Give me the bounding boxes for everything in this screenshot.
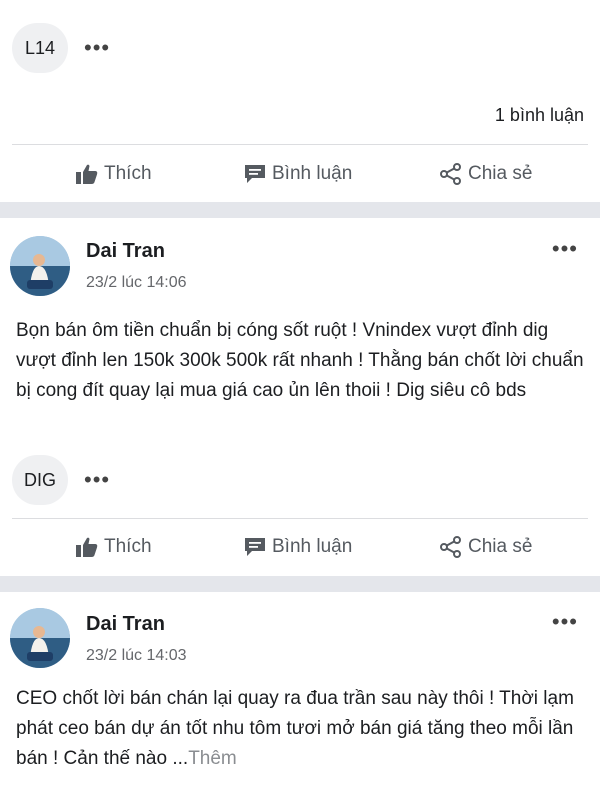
post-actions: Thích Bình luận Chia sẻ <box>0 527 600 567</box>
like-label: Thích <box>104 163 152 184</box>
share-label: Chia sẻ <box>468 536 533 557</box>
thumbs-up-icon <box>76 537 98 557</box>
divider <box>12 518 588 519</box>
more-dots-icon[interactable]: ••• <box>552 611 578 633</box>
post-timestamp[interactable]: 23/2 lúc 14:03 <box>86 647 187 665</box>
comment-count[interactable]: 1 bình luận <box>495 105 584 126</box>
post-card: Dai Tran 23/2 lúc 14:03 ••• CEO chốt lời… <box>0 592 600 800</box>
author-name[interactable]: Dai Tran <box>86 240 165 263</box>
thumbs-up-icon <box>76 164 98 184</box>
hashtag-chip[interactable]: L14 <box>12 23 68 73</box>
like-button[interactable]: Thích <box>76 154 152 194</box>
hashtag-row: DIG ••• <box>12 455 110 505</box>
share-button[interactable]: Chia sẻ <box>440 527 532 567</box>
post-card: Dai Tran 23/2 lúc 14:06 ••• Bọn bán ôm t… <box>0 218 600 576</box>
post-separator <box>0 576 600 592</box>
share-button[interactable]: Chia sẻ <box>440 154 532 194</box>
comment-label: Bình luận <box>272 163 353 184</box>
see-more-link[interactable]: Thêm <box>188 748 237 769</box>
comment-button[interactable]: Bình luận <box>244 527 352 567</box>
like-button[interactable]: Thích <box>76 527 152 567</box>
avatar-image <box>10 236 70 296</box>
post-timestamp[interactable]: 23/2 lúc 14:06 <box>86 274 187 292</box>
like-label: Thích <box>104 536 152 557</box>
comment-icon <box>245 538 265 556</box>
post-text: CEO chốt lời bán chán lại quay ra đua tr… <box>16 684 584 774</box>
divider <box>12 144 588 145</box>
post-actions: Thích Bình luận Chia sẻ <box>0 154 600 194</box>
comment-icon <box>245 165 265 183</box>
post-card: L14 ••• 1 bình luận Thích Bình luận Chia… <box>0 0 600 200</box>
more-dots-icon[interactable]: ••• <box>84 469 110 491</box>
share-icon <box>440 163 461 185</box>
hashtag-chip[interactable]: DIG <box>12 455 69 505</box>
comment-button[interactable]: Bình luận <box>244 154 352 194</box>
more-dots-icon[interactable]: ••• <box>84 37 110 59</box>
hashtag-row: L14 ••• <box>12 23 110 73</box>
share-icon <box>440 536 461 558</box>
post-text: Bọn bán ôm tiền chuẩn bị cóng sốt ruột !… <box>16 320 584 401</box>
avatar[interactable] <box>10 608 70 668</box>
more-dots-icon[interactable]: ••• <box>552 238 578 260</box>
comment-label: Bình luận <box>272 536 353 557</box>
share-label: Chia sẻ <box>468 163 533 184</box>
post-text-content: CEO chốt lời bán chán lại quay ra đua tr… <box>16 688 574 769</box>
avatar-image <box>10 608 70 668</box>
avatar[interactable] <box>10 236 70 296</box>
post-separator <box>0 202 600 218</box>
author-name[interactable]: Dai Tran <box>86 613 165 636</box>
